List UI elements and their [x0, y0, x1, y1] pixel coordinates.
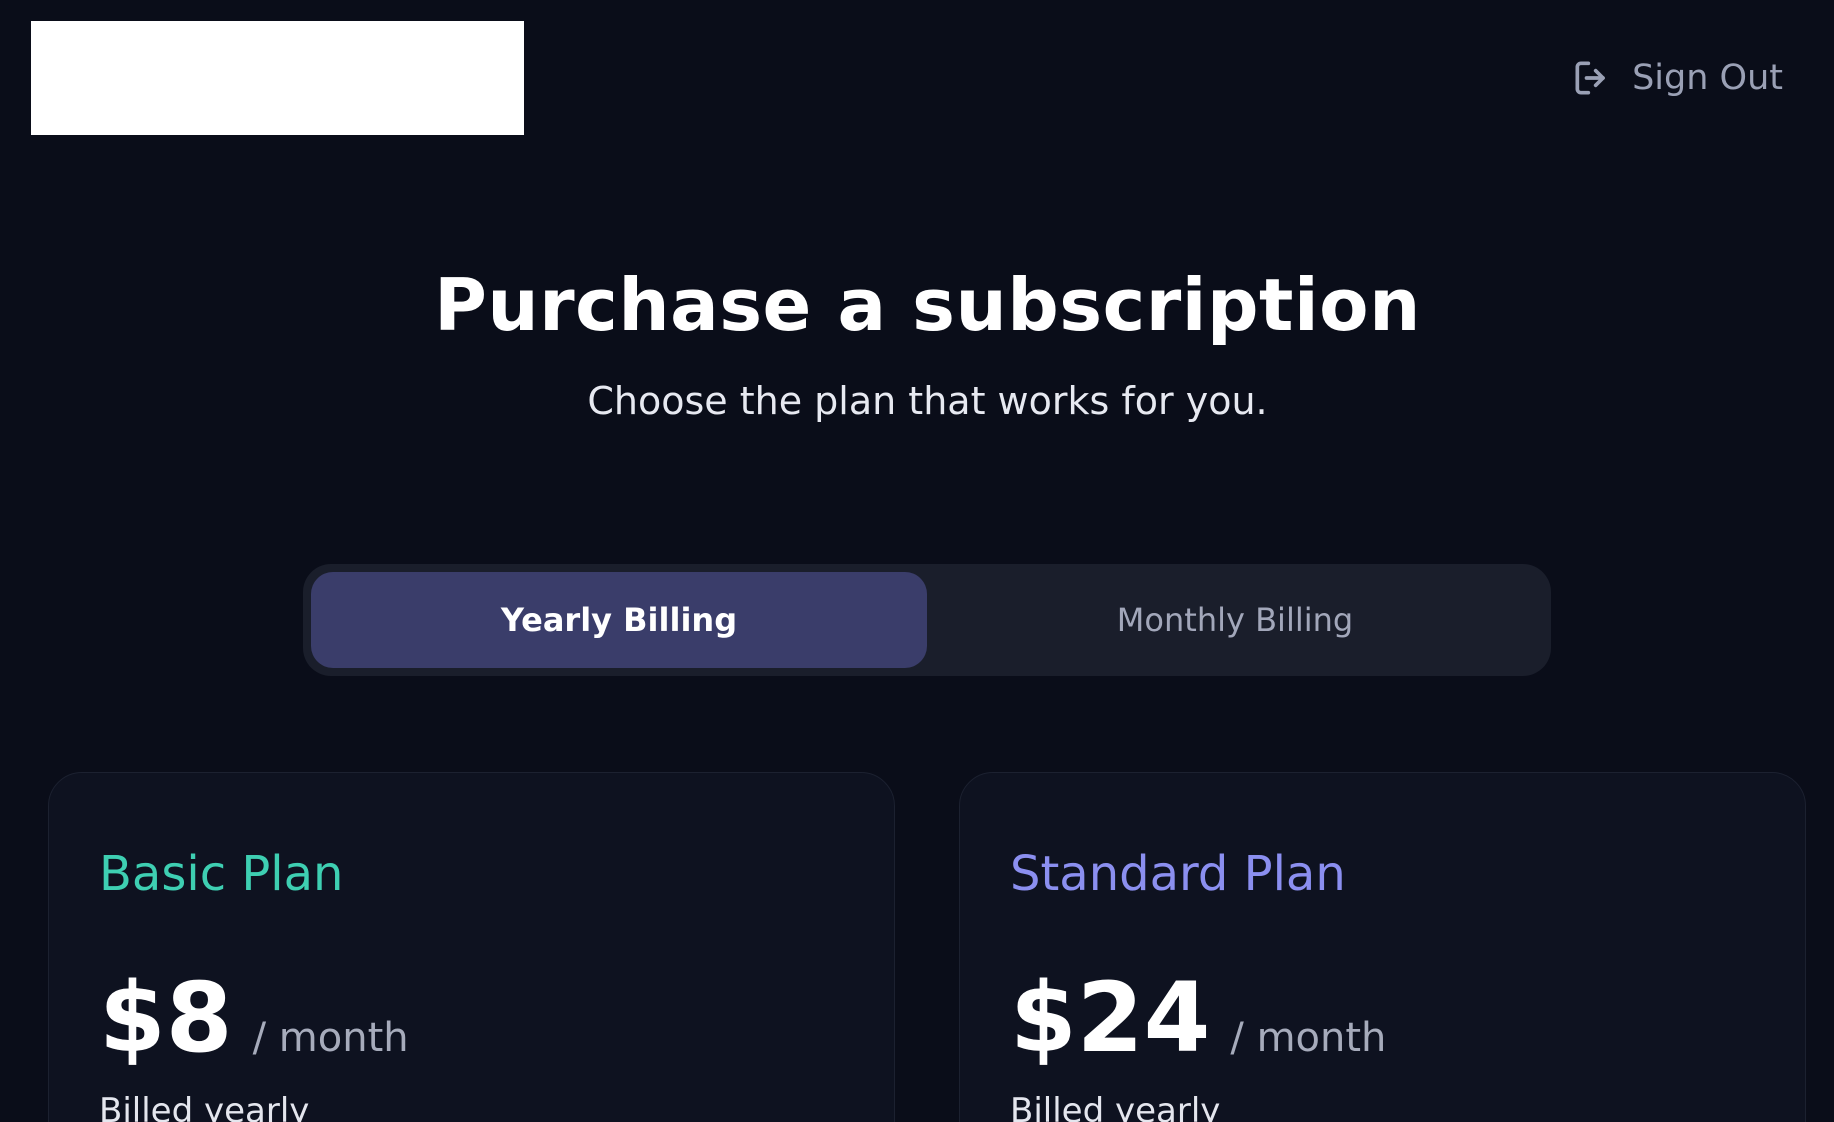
sign-out-label: Sign Out	[1632, 58, 1783, 98]
price-row: $8 / month	[99, 963, 409, 1073]
monthly-billing-tab[interactable]: Monthly Billing	[927, 572, 1543, 668]
page-title: Purchase a subscription	[434, 263, 1421, 347]
billing-toggle: Yearly Billing Monthly Billing	[303, 564, 1551, 676]
subscription-page: Sign Out Purchase a subscription Choose …	[0, 0, 1834, 1122]
yearly-billing-tab[interactable]: Yearly Billing	[311, 572, 927, 668]
plan-name: Standard Plan	[1010, 846, 1346, 902]
price-period: / month	[252, 1015, 409, 1061]
logo	[31, 21, 524, 135]
plan-name: Basic Plan	[99, 846, 344, 902]
price-period: / month	[1230, 1015, 1387, 1061]
hero-section: Purchase a subscription Choose the plan …	[0, 262, 1834, 424]
plan-price: $24	[1010, 962, 1211, 1074]
sign-out-button[interactable]: Sign Out	[1570, 56, 1783, 100]
basic-plan-card[interactable]: Basic Plan $8 / month Billed yearly	[48, 772, 895, 1122]
standard-plan-card[interactable]: Standard Plan $24 / month Billed yearly	[959, 772, 1806, 1122]
plan-price: $8	[99, 962, 233, 1074]
page-subtitle: Choose the plan that works for you.	[587, 379, 1268, 423]
sign-out-icon	[1570, 56, 1614, 100]
billing-note: Billed yearly	[1010, 1091, 1221, 1122]
price-row: $24 / month	[1010, 963, 1386, 1073]
billing-note: Billed yearly	[99, 1091, 310, 1122]
